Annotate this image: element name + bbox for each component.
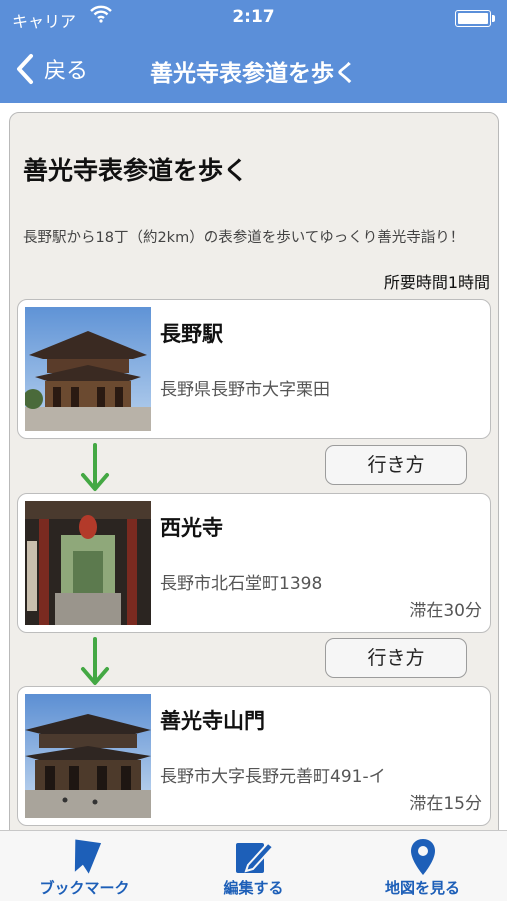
tab-label: ブックマーク [39,879,130,897]
spot-name: 西光寺 [160,516,223,540]
tab-bar: ブックマーク 編集する 地図を見る [0,830,507,901]
down-arrow-icon [81,443,109,491]
directions-button[interactable]: 行き方 [325,445,467,485]
tab-label: 編集する [223,879,284,897]
route-duration: 所要時間1時間 [383,273,490,292]
spot-address: 長野市北石堂町1398 [160,574,323,594]
route-card: 善光寺表参道を歩く 長野駅から18丁（約2km）の表参道を歩いてゆっくり善光寺詣… [9,112,499,830]
map-pin-icon [410,839,435,875]
edit-icon [235,841,274,873]
spot-photo [25,694,151,818]
spot-photo [25,501,151,625]
tab-label: 地図を見る [384,879,460,897]
spot-photo [25,307,151,431]
directions-button[interactable]: 行き方 [325,638,467,678]
spot-card[interactable]: 西光寺 長野市北石堂町1398 滞在30分 [17,493,491,633]
spot-card[interactable]: 善光寺山門 長野市大字長野元善町491-イ 滞在15分 [17,686,491,826]
spot-stay-time: 滞在15分 [409,794,482,814]
tab-edit[interactable]: 編集する [169,831,338,901]
route-description: 長野駅から18丁（約2km）の表参道を歩いてゆっくり善光寺詣り！ [23,230,465,246]
spot-name: 長野駅 [160,322,223,346]
spot-address: 長野市大字長野元善町491-イ [160,767,386,787]
tab-map[interactable]: 地図を見る [338,831,507,901]
spot-address: 長野県長野市大字栗田 [160,380,330,400]
bookmark-icon [74,839,101,874]
status-bar: キャリア 2:17 [0,0,507,34]
spot-name: 善光寺山門 [160,709,265,733]
spot-stay-time: 滞在30分 [409,601,482,621]
navigation-bar: 戻る 善光寺表参道を歩く [0,34,507,103]
spot-card[interactable]: 長野駅 長野県長野市大字栗田 [17,299,491,439]
clock: 2:17 [232,7,275,27]
tab-bookmark[interactable]: ブックマーク [0,831,169,901]
route-title: 善光寺表参道を歩く [23,156,249,185]
content-scroll-area[interactable]: 善光寺表参道を歩く 長野駅から18丁（約2km）の表参道を歩いてゆっくり善光寺詣… [0,103,507,830]
battery-icon [455,10,495,27]
page-title: 善光寺表参道を歩く [150,61,357,87]
down-arrow-icon [81,637,109,685]
